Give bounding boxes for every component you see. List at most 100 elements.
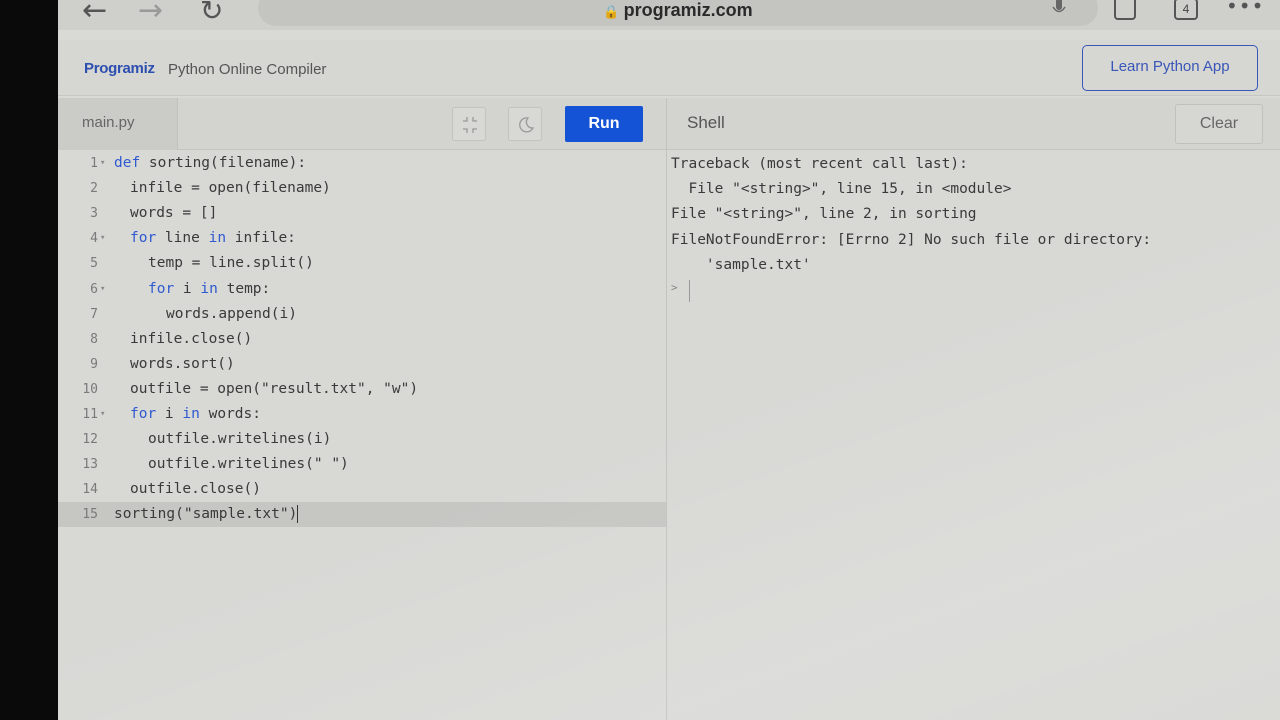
keyword: for xyxy=(148,280,175,297)
shell-output-line: Traceback (most recent call last): xyxy=(671,156,968,172)
code-token: outfile = open("result.txt", "w") xyxy=(130,380,419,397)
shell-title: Shell xyxy=(687,113,725,132)
keyword: in xyxy=(182,406,200,422)
code-line[interactable]: 4 ▾ for line in infile: xyxy=(58,226,666,251)
address-bar[interactable]: 🔒 programiz.com xyxy=(258,0,1098,26)
code-text: for i in temp: xyxy=(148,277,270,302)
programiz-logo[interactable]: Programiz xyxy=(84,60,155,77)
file-name: main.py xyxy=(82,114,135,131)
code-text: words.append(i) xyxy=(166,302,297,327)
code-token: i xyxy=(156,406,183,422)
code-text: infile.close() xyxy=(130,327,252,352)
code-token: infile: xyxy=(226,230,296,247)
browser-toolbar: ← → ↻ 🔒 programiz.com 4 ••• xyxy=(58,0,1280,30)
shell-output-line: FileNotFoundError: [Errno 2] No such fil… xyxy=(671,231,1152,248)
code-token: words: xyxy=(199,406,261,422)
code-text: outfile = open("result.txt", "w") xyxy=(130,377,418,402)
line-number: 7 xyxy=(90,306,98,322)
line-number: 13 xyxy=(82,457,98,473)
device-bezel xyxy=(0,0,58,720)
run-button[interactable]: Run xyxy=(565,106,643,142)
fold-arrow-icon[interactable]: ▾ xyxy=(100,226,105,251)
code-line[interactable]: 14 outfile.close() xyxy=(58,477,666,502)
shell-output-line: File "<string>", line 2, in sorting xyxy=(671,206,977,223)
exit-fullscreen-icon xyxy=(463,117,477,133)
lock-icon: 🔒 xyxy=(603,4,620,19)
code-text: outfile.writelines(" ") xyxy=(148,452,349,477)
shell-output-line: 'sample.txt' xyxy=(671,256,811,273)
fold-arrow-icon[interactable]: ▾ xyxy=(100,277,105,302)
code-line[interactable]: 13 outfile.writelines(" ") xyxy=(58,452,666,477)
code-line[interactable]: 9 words.sort() xyxy=(58,352,666,377)
line-number: 9 xyxy=(90,356,98,372)
fullscreen-button[interactable] xyxy=(452,107,486,141)
share-icon[interactable] xyxy=(1114,0,1136,20)
line-number: 11 xyxy=(82,407,98,422)
keyword: for xyxy=(130,406,157,422)
fold-arrow-icon[interactable]: ▾ xyxy=(100,402,105,427)
code-line[interactable]: 10 outfile = open("result.txt", "w") xyxy=(58,377,666,402)
tabs-count-icon[interactable]: 4 xyxy=(1174,0,1198,20)
reload-icon[interactable]: ↻ xyxy=(200,0,223,26)
shell-output-line: File "<string>", line 15, in <module> xyxy=(671,181,1012,198)
code-line[interactable]: 5 temp = line.split() xyxy=(58,251,666,276)
code-token: line xyxy=(156,230,209,247)
code-token: words.sort() xyxy=(130,355,235,372)
line-number: 8 xyxy=(90,331,98,347)
page-title: Python Online Compiler xyxy=(168,61,327,78)
site-header: Programiz Python Online Compiler Learn P… xyxy=(58,40,1280,96)
learn-python-app-button[interactable]: Learn Python App xyxy=(1082,45,1258,91)
code-token: infile.close() xyxy=(130,330,253,347)
code-line[interactable]: 15 sorting("sample.txt") xyxy=(58,502,666,528)
code-token: words.append(i) xyxy=(166,305,297,322)
line-number: 10 xyxy=(82,381,98,397)
shell-prompt: > xyxy=(671,281,678,294)
code-text: def sorting(filename): xyxy=(114,151,306,176)
moon-icon xyxy=(519,117,535,133)
code-token: temp = line.split() xyxy=(148,255,314,272)
more-options-icon[interactable]: ••• xyxy=(1226,0,1264,18)
code-token: words = [] xyxy=(130,205,218,222)
code-token: i xyxy=(174,280,201,297)
clear-button[interactable]: Clear xyxy=(1175,104,1263,144)
code-line[interactable]: 12 outfile.writelines(i) xyxy=(58,427,666,452)
screen: ← → ↻ 🔒 programiz.com 4 ••• Programiz Pyt… xyxy=(58,0,1280,720)
line-number: 1 xyxy=(90,156,98,171)
line-number: 6 xyxy=(90,281,98,297)
code-text: for line in infile: xyxy=(130,226,296,251)
fold-arrow-icon[interactable]: ▾ xyxy=(100,151,105,176)
code-token: outfile.writelines(" ") xyxy=(148,456,349,473)
code-token: infile = open(filename) xyxy=(130,180,331,197)
code-text: outfile.close() xyxy=(130,477,261,502)
code-text: temp = line.split() xyxy=(148,251,314,276)
shell-output[interactable]: > Traceback (most recent call last): Fil… xyxy=(667,150,1280,720)
code-line[interactable]: 3 words = [] xyxy=(58,201,666,226)
file-tab-main[interactable]: main.py xyxy=(58,98,178,150)
shell-cursor xyxy=(689,280,690,302)
shell-toolbar: Shell Clear xyxy=(667,98,1280,150)
line-number: 2 xyxy=(90,181,98,197)
code-line[interactable]: 2 infile = open(filename) xyxy=(58,176,666,201)
code-text: words = [] xyxy=(130,201,217,226)
code-line[interactable]: 1 ▾ def sorting(filename): xyxy=(58,151,666,176)
line-number: 15 xyxy=(82,507,98,523)
keyword: in xyxy=(208,230,227,247)
code-editor[interactable]: 1 ▾ def sorting(filename): 2 infile = open(f… xyxy=(58,150,666,720)
forward-arrow-icon[interactable]: → xyxy=(138,0,163,26)
keyword: def xyxy=(114,155,141,171)
back-arrow-icon[interactable]: ← xyxy=(82,0,107,26)
text-cursor xyxy=(297,505,299,524)
code-line[interactable]: 8 infile.close() xyxy=(58,327,666,352)
code-text: infile = open(filename) xyxy=(130,176,331,201)
code-text: words.sort() xyxy=(130,352,235,377)
keyword: in xyxy=(200,280,218,297)
code-line[interactable]: 7 words.append(i) xyxy=(58,302,666,327)
microphone-icon[interactable] xyxy=(1052,0,1066,20)
code-line[interactable]: 6 ▾ for i in temp: xyxy=(58,277,666,302)
code-token: sorting("sample.txt") xyxy=(114,506,298,523)
code-line[interactable]: 11 ▾ for i in words: xyxy=(58,402,666,427)
theme-toggle-button[interactable] xyxy=(508,107,542,141)
line-number: 12 xyxy=(82,432,98,448)
code-token: temp: xyxy=(217,280,271,297)
editor-toolbar: main.py Run xyxy=(58,98,666,150)
